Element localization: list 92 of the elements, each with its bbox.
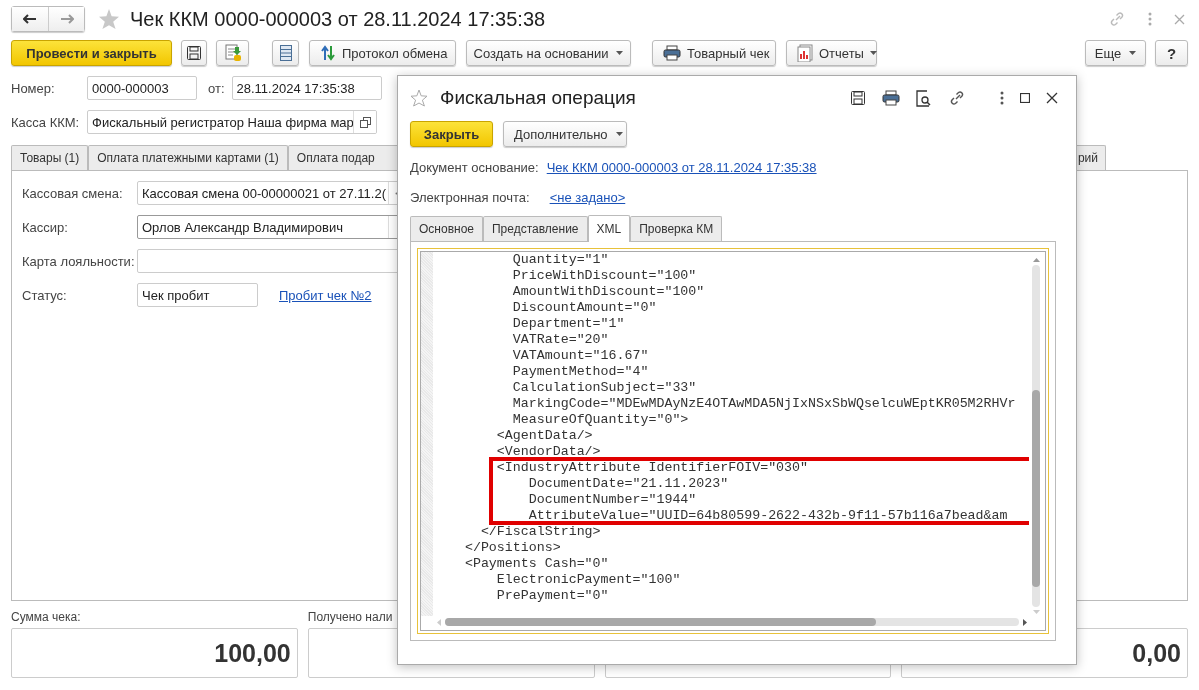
additional-button[interactable]: Дополнительно <box>503 121 627 147</box>
xml-line: </FiscalString> <box>479 524 602 540</box>
printer-icon <box>882 90 900 106</box>
post-button[interactable] <box>216 40 249 66</box>
xml-line: <Payments Cash="0" <box>463 556 610 572</box>
tab[interactable]: Основное <box>410 216 483 241</box>
basis-document-link[interactable]: Чек ККМ 0000-000003 от 28.11.2024 17:35:38 <box>546 159 817 175</box>
arrow-down-icon <box>1032 610 1040 614</box>
total-label: Получено нали <box>307 610 393 624</box>
xml-line: DiscountAmount="0" <box>511 300 658 316</box>
floppy-icon <box>186 45 202 61</box>
arrow-right-icon <box>59 14 74 24</box>
xml-line: PrePayment="0" <box>495 588 610 604</box>
window-title: Чек ККМ 0000-000003 от 28.11.2024 17:35:38 <box>130 7 546 31</box>
xml-line: <VendorData/> <box>495 444 602 460</box>
exchange-log-button[interactable]: Протокол обмена <box>309 40 456 66</box>
tab[interactable]: Товары (1) <box>11 145 89 170</box>
save-button[interactable] <box>181 40 207 66</box>
xml-line: PriceWithDiscount="100" <box>511 268 698 284</box>
post-and-close-button[interactable]: Провести и закрыть <box>11 40 172 66</box>
amount-field: 100,00 <box>11 628 298 678</box>
printer-icon <box>663 45 681 61</box>
xml-line: VATRate="20" <box>511 332 610 348</box>
receipt-link[interactable]: Пробит чек №2 <box>279 287 372 303</box>
link-icon <box>1108 10 1126 28</box>
field-label: Кассир: <box>22 219 69 235</box>
xml-line: <AgentData/> <box>495 428 594 444</box>
caret-icon <box>616 51 624 55</box>
dialog-title: Фискальная операция <box>440 87 636 109</box>
caret-icon <box>869 51 877 55</box>
field-label: Кассовая смена: <box>22 185 124 201</box>
link-icon <box>948 89 966 107</box>
close-button[interactable]: Закрыть <box>410 121 493 147</box>
field-label: Статус: <box>22 287 68 303</box>
field-label: Номер: <box>11 80 56 96</box>
register-field[interactable]: Фискальный регистратор Наша фирма мар <box>87 110 377 134</box>
preview-icon <box>916 89 932 107</box>
more-icon <box>1000 91 1004 105</box>
maximize-icon <box>1020 93 1030 103</box>
sales-receipt-button[interactable]: Товарный чек <box>652 40 776 66</box>
horizontal-scrollbar[interactable] <box>437 617 1027 627</box>
arrows-icon <box>320 45 336 61</box>
tab[interactable]: Представление <box>483 216 588 241</box>
reports-button[interactable]: Отчеты <box>786 40 877 66</box>
caret-icon <box>1129 51 1137 55</box>
star-icon <box>410 89 428 107</box>
field-label: Электронная почта: <box>410 189 530 205</box>
caret-icon <box>615 132 623 136</box>
arrow-left-icon <box>23 14 37 24</box>
xml-line: Department="1" <box>511 316 626 332</box>
xml-line: VATAmount="16.67" <box>511 348 650 364</box>
floppy-icon <box>850 90 866 106</box>
star-icon <box>98 8 120 30</box>
tab[interactable]: Проверка КМ <box>630 216 723 241</box>
tab[interactable]: Оплата платежными картами (1) <box>88 145 288 170</box>
xml-line: <IndustryAttribute IdentifierFOIV="030" <box>495 460 810 476</box>
create-based-on-button[interactable]: Создать на основании <box>466 40 631 66</box>
xml-line: </Positions> <box>463 540 562 556</box>
back-button[interactable] <box>12 7 48 31</box>
email-link[interactable]: <не задано> <box>549 189 626 205</box>
xml-line: DocumentNumber="1944" <box>527 492 698 508</box>
xml-line: Quantity="1" <box>511 252 610 268</box>
chart-icon <box>797 44 813 62</box>
status-field[interactable]: Чек пробит <box>137 283 258 307</box>
field-label: Карта лояльности: <box>22 253 136 269</box>
help-button[interactable]: ? <box>1155 40 1188 66</box>
close-icon <box>1046 92 1058 104</box>
more-button[interactable]: Еще <box>1085 40 1146 66</box>
vertical-scrollbar[interactable] <box>1031 258 1041 614</box>
xml-line: DocumentDate="21.11.2023" <box>527 476 730 492</box>
date-field[interactable]: 28.11.2024 17:35:38 <box>231 76 382 100</box>
field-label: от: <box>208 80 225 96</box>
xml-line: MeasureOfQuantity="0"> <box>511 412 690 428</box>
number-field[interactable]: 0000-000003 <box>87 76 197 100</box>
arrow-left-icon <box>437 618 441 626</box>
xml-line: AmountWithDiscount="100" <box>511 284 706 300</box>
arrow-right-icon <box>1023 618 1027 626</box>
list-icon <box>279 45 292 61</box>
field-label: Касса ККМ: <box>11 114 81 130</box>
xml-line: CalculationSubject="33" <box>511 380 698 396</box>
tab[interactable]: XML <box>587 215 631 242</box>
total-label: Сумма чека: <box>11 610 81 624</box>
more-icon <box>1148 12 1152 26</box>
list-button[interactable] <box>272 40 299 66</box>
arrow-up-icon <box>1032 258 1040 262</box>
document-arrow-icon <box>223 44 242 62</box>
xml-line: PaymentMethod="4" <box>511 364 650 380</box>
xml-line: ElectronicPayment="100" <box>495 572 682 588</box>
xml-line: AttributeValue="UUID=64b80599-2622-432b-9f11-57b116a7bead&am <box>527 508 1009 524</box>
xml-line: MarkingCode="MDEwMDAyNzE4OTAwMDA5NjIxNSxSbWQselcuWEptKR05M2RHVr <box>511 396 1017 412</box>
close-icon <box>1174 13 1185 25</box>
open-window-icon <box>359 116 371 128</box>
